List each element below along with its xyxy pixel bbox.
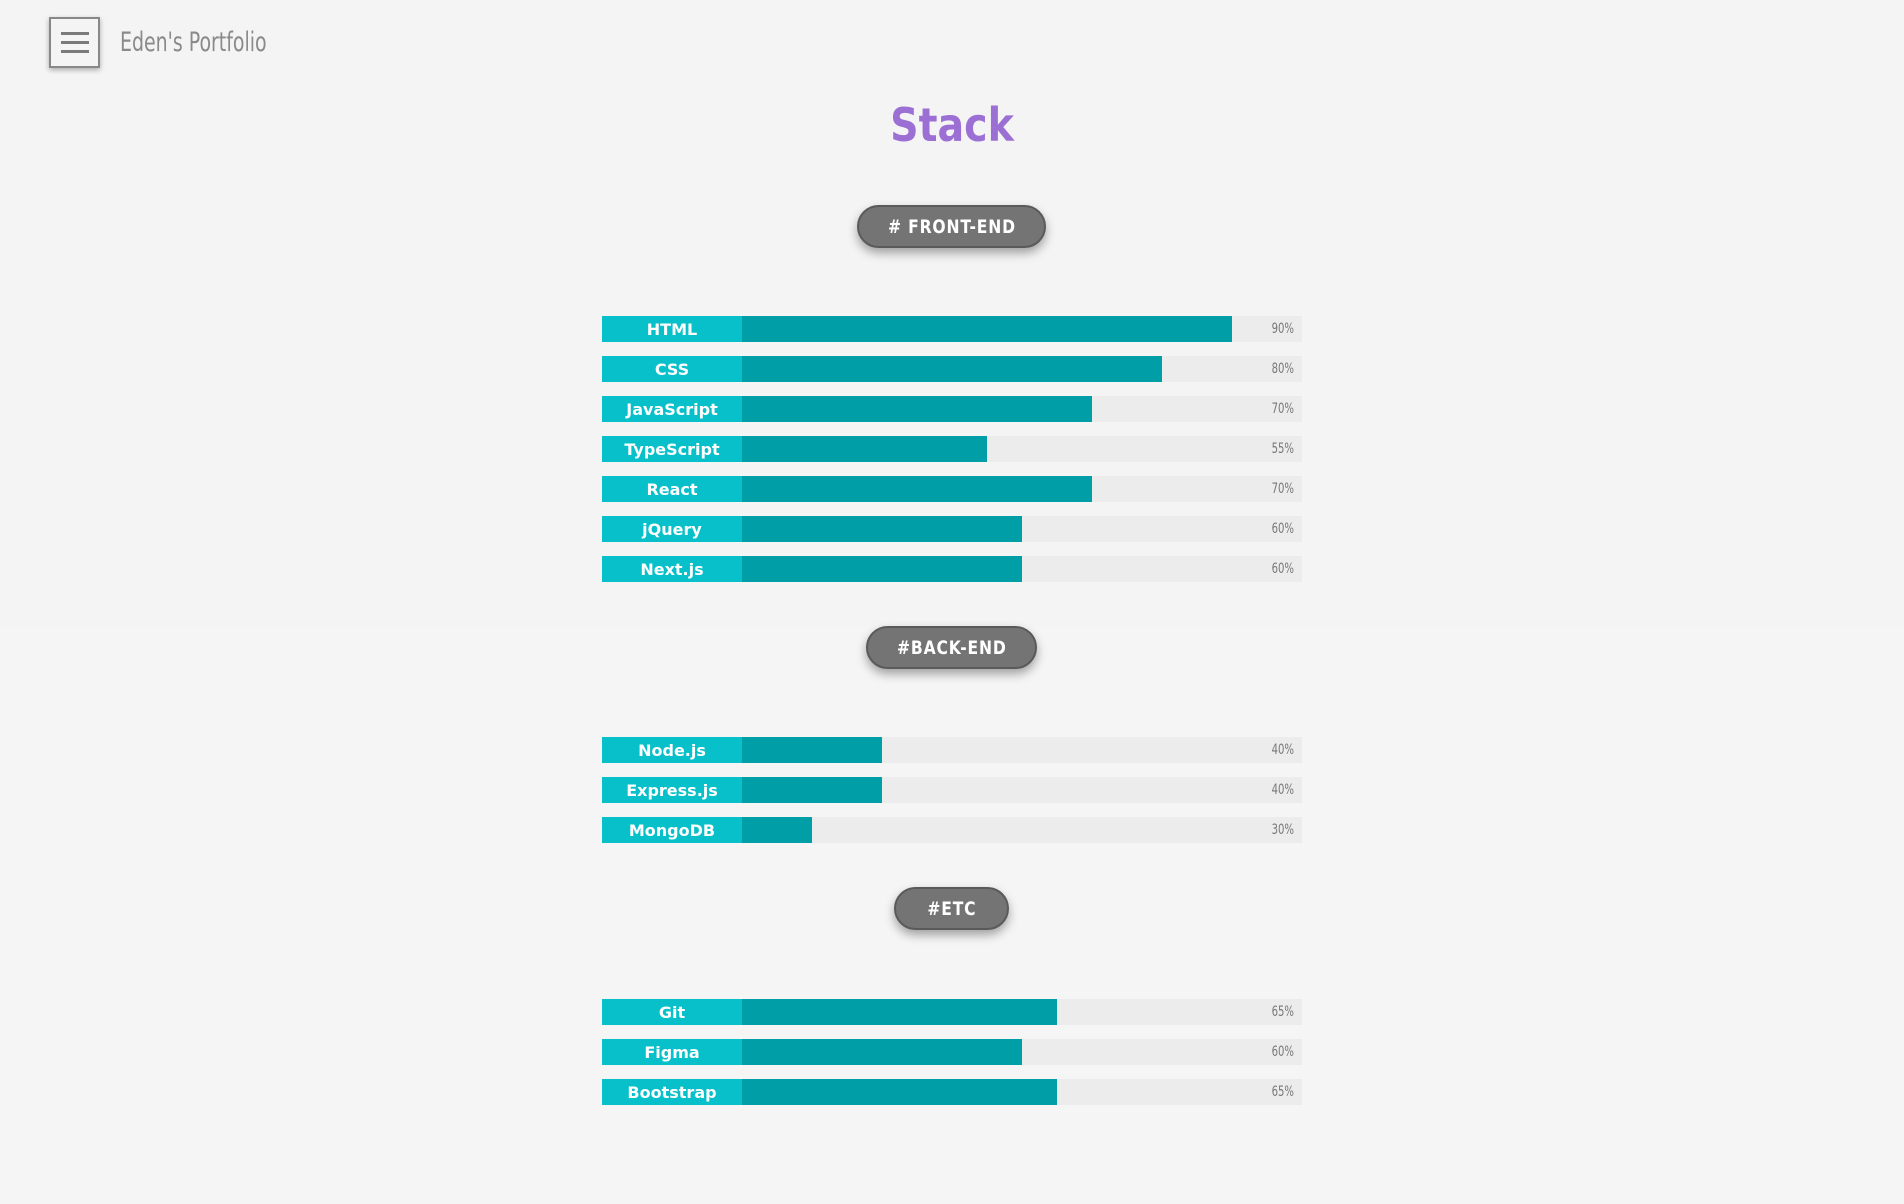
skill-bar: jQuery 60%	[602, 516, 1302, 542]
skill-percent: 40%	[1271, 782, 1294, 798]
skill-label: Bootstrap	[602, 1079, 742, 1105]
skill-label: Express.js	[602, 777, 742, 803]
skill-fill	[742, 1079, 1057, 1105]
section-pill-etc: #ETC	[894, 887, 1009, 930]
skill-percent: 90%	[1271, 321, 1294, 337]
top-bar: Eden's Portfolio	[49, 17, 308, 68]
skill-percent: 65%	[1271, 1004, 1294, 1020]
skill-bar: MongoDB 30%	[602, 817, 1302, 843]
page-title: Stack	[0, 98, 1904, 152]
skill-bar: Figma 60%	[602, 1039, 1302, 1065]
section-title: # FRONT-END	[887, 215, 1016, 238]
skill-label: HTML	[602, 316, 742, 342]
skill-bar: Bootstrap 65%	[602, 1079, 1302, 1105]
page-title-text: Stack	[890, 98, 1014, 152]
skill-percent: 60%	[1271, 561, 1294, 577]
skill-percent: 65%	[1271, 1084, 1294, 1100]
skill-list-front-end: HTML 90% CSS 80% JavaScript 70% TypeScript 5…	[602, 316, 1302, 596]
skill-percent: 60%	[1271, 521, 1294, 537]
skill-bar: React 70%	[602, 476, 1302, 502]
skill-list-etc: Git 65% Figma 60% Bootstrap 65%	[602, 999, 1302, 1119]
skill-percent: 55%	[1271, 441, 1294, 457]
skill-label: JavaScript	[602, 396, 742, 422]
skill-percent: 80%	[1271, 361, 1294, 377]
skill-fill	[742, 316, 1232, 342]
skill-fill	[742, 737, 882, 763]
brand-title[interactable]: Eden's Portfolio	[120, 27, 267, 58]
skill-fill	[742, 999, 1057, 1025]
skill-bar: TypeScript 55%	[602, 436, 1302, 462]
section-title: #BACK-END	[896, 636, 1007, 659]
hamburger-line-icon	[60, 50, 89, 53]
skill-bar: Next.js 60%	[602, 556, 1302, 582]
skill-bar: JavaScript 70%	[602, 396, 1302, 422]
skill-label: Figma	[602, 1039, 742, 1065]
skill-label: CSS	[602, 356, 742, 382]
skill-percent: 70%	[1271, 481, 1294, 497]
hamburger-menu-button[interactable]	[49, 17, 100, 68]
skill-bar: Git 65%	[602, 999, 1302, 1025]
skill-percent: 70%	[1271, 401, 1294, 417]
skill-percent: 60%	[1271, 1044, 1294, 1060]
skill-label: Node.js	[602, 737, 742, 763]
hamburger-line-icon	[60, 32, 89, 35]
section-pill-front-end: # FRONT-END	[857, 205, 1046, 248]
skill-bar: Node.js 40%	[602, 737, 1302, 763]
skill-list-back-end: Node.js 40% Express.js 40% MongoDB 30%	[602, 737, 1302, 857]
skill-fill	[742, 777, 882, 803]
hamburger-line-icon	[60, 41, 89, 44]
skill-label: React	[602, 476, 742, 502]
skill-fill	[742, 556, 1022, 582]
skill-bar: Express.js 40%	[602, 777, 1302, 803]
skill-fill	[742, 516, 1022, 542]
page: Eden's Portfolio Stack # FRONT-END HTML 9…	[0, 0, 1904, 1204]
section-pill-back-end: #BACK-END	[866, 626, 1037, 669]
skill-percent: 30%	[1271, 822, 1294, 838]
skill-bar: HTML 90%	[602, 316, 1302, 342]
skill-label: TypeScript	[602, 436, 742, 462]
skill-label: MongoDB	[602, 817, 742, 843]
skill-fill	[742, 396, 1092, 422]
skill-fill	[742, 476, 1092, 502]
skill-label: Next.js	[602, 556, 742, 582]
section-title: #ETC	[926, 897, 977, 920]
skill-fill	[742, 436, 987, 462]
skill-bar: CSS 80%	[602, 356, 1302, 382]
skill-fill	[742, 356, 1162, 382]
skill-fill	[742, 1039, 1022, 1065]
skill-fill	[742, 817, 812, 843]
skill-label: jQuery	[602, 516, 742, 542]
skill-label: Git	[602, 999, 742, 1025]
skill-percent: 40%	[1271, 742, 1294, 758]
